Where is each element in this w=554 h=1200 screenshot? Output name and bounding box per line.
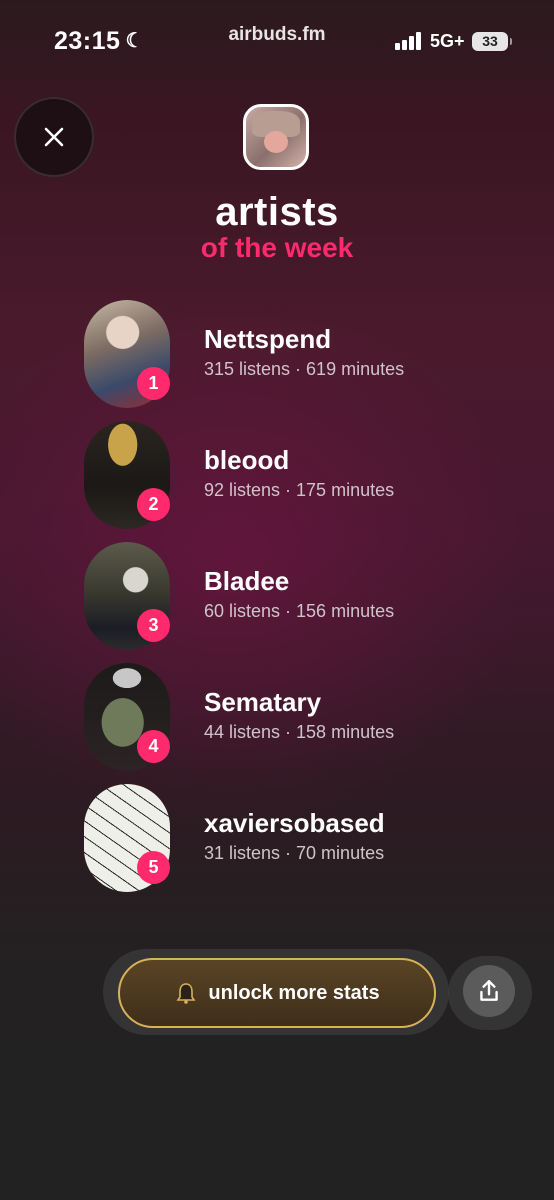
rank-badge: 1 bbox=[137, 367, 170, 400]
artist-name: Bladee bbox=[204, 566, 290, 596]
artist-row[interactable]: 2 bleood 92 listens · 175 minutes bbox=[84, 421, 504, 529]
rank-badge: 3 bbox=[137, 609, 170, 642]
artist-row[interactable]: 3 Bladee 60 listens · 156 minutes bbox=[84, 542, 504, 650]
artist-name: Nettspend bbox=[204, 324, 332, 354]
page-title: artists bbox=[215, 190, 339, 234]
artist-name: xaviersobased bbox=[204, 808, 385, 838]
artist-stats: 60 listens · 156 minutes bbox=[204, 601, 395, 621]
close-icon bbox=[44, 127, 64, 147]
user-avatar[interactable] bbox=[243, 104, 309, 170]
rank-badge: 2 bbox=[137, 488, 170, 521]
artist-stats: 31 listens · 70 minutes bbox=[204, 843, 385, 863]
artist-row[interactable]: 1 Nettspend 315 listens · 619 minutes bbox=[84, 300, 504, 408]
share-icon bbox=[480, 980, 498, 1001]
artist-stats: 92 listens · 175 minutes bbox=[204, 480, 395, 500]
artist-stats: 44 listens · 158 minutes bbox=[204, 722, 395, 742]
close-button[interactable] bbox=[14, 97, 94, 177]
network-type: 5G+ bbox=[430, 31, 465, 51]
site-url: airbuds.fm bbox=[228, 24, 326, 45]
status-bar: 23:15 ☾ airbuds.fm 5G+ 33 bbox=[0, 0, 554, 80]
rank-badge: 4 bbox=[137, 730, 170, 763]
rank-badge: 5 bbox=[137, 851, 170, 884]
artist-stats: 315 listens · 619 minutes bbox=[204, 359, 405, 379]
signal-icon bbox=[395, 32, 423, 50]
battery-icon: 33 bbox=[472, 32, 512, 51]
artist-row[interactable]: 5 xaviersobased 31 listens · 70 minutes bbox=[84, 784, 504, 892]
artist-name: bleood bbox=[204, 445, 290, 475]
artist-row[interactable]: 4 Sematary 44 listens · 158 minutes bbox=[84, 663, 504, 771]
bell-icon bbox=[176, 983, 196, 1004]
share-button[interactable] bbox=[463, 965, 515, 1017]
page-subtitle: of the week bbox=[200, 232, 354, 263]
artist-name: Sematary bbox=[204, 687, 322, 717]
unlock-more-stats-button[interactable]: unlock more stats bbox=[118, 958, 436, 1028]
unlock-label: unlock more stats bbox=[208, 981, 380, 1004]
